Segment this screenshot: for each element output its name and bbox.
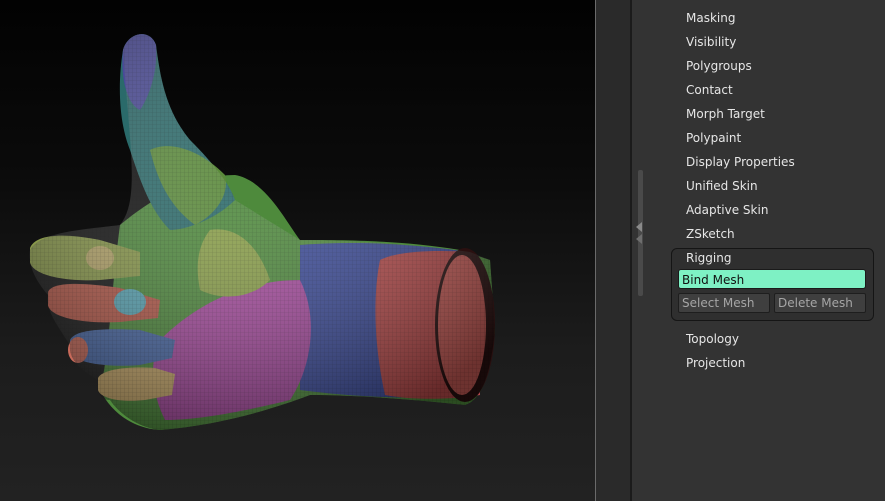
collapse-arrow-icon[interactable] [636,222,642,232]
palette-scrollbar[interactable] [638,170,643,296]
menu-item-topology[interactable]: Topology [686,332,739,346]
menu-item-masking[interactable]: Masking [686,11,735,25]
menu-item-morph-target[interactable]: Morph Target [686,107,765,121]
collapse-arrow-icon-secondary[interactable] [636,234,642,244]
bind-mesh-button[interactable]: Bind Mesh [678,269,866,289]
panel-gutter [596,0,630,501]
menu-item-adaptive-skin[interactable]: Adaptive Skin [686,203,768,217]
select-mesh-button[interactable]: Select Mesh [678,293,770,313]
menu-item-projection[interactable]: Projection [686,356,745,370]
zbrush-window: Masking Visibility Polygroups Contact Mo… [0,0,885,501]
menu-item-zsketch[interactable]: ZSketch [686,227,735,241]
menu-item-contact[interactable]: Contact [686,83,733,97]
menu-item-display-properties[interactable]: Display Properties [686,155,795,169]
menu-item-visibility[interactable]: Visibility [686,35,736,49]
menu-item-rigging[interactable]: Rigging [686,251,731,265]
hand-model [29,34,495,431]
delete-mesh-button[interactable]: Delete Mesh [774,293,866,313]
menu-item-unified-skin[interactable]: Unified Skin [686,179,758,193]
3d-viewport[interactable] [0,0,596,501]
menu-item-polypaint[interactable]: Polypaint [686,131,741,145]
menu-item-polygroups[interactable]: Polygroups [686,59,752,73]
